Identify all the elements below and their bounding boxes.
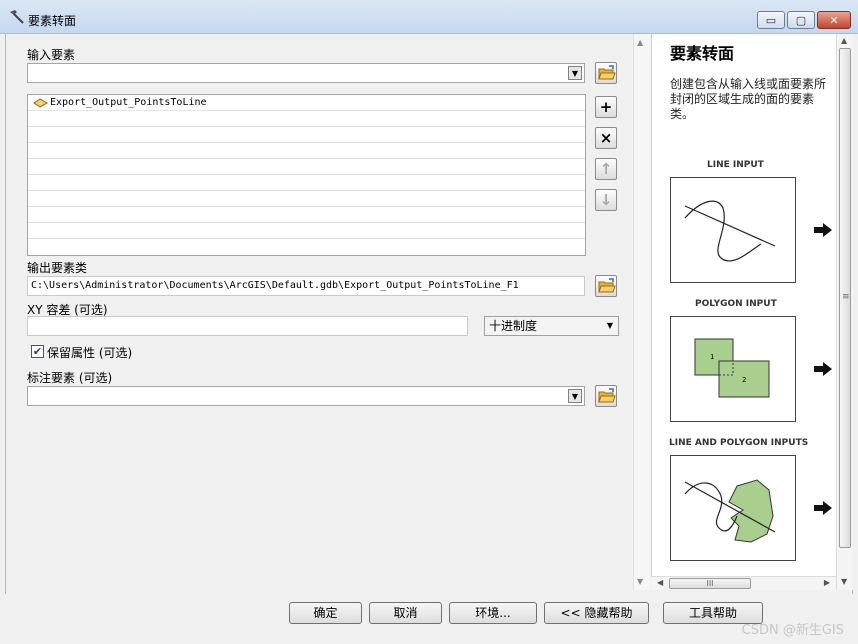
plus-icon: + <box>599 98 613 116</box>
scroll-down-icon[interactable]: ▼ <box>637 577 643 586</box>
minimize-button[interactable]: ▭ <box>757 11 785 29</box>
line-polygon-input-diagram <box>684 479 776 543</box>
xy-tolerance-field[interactable] <box>27 316 468 336</box>
ok-button[interactable]: 确定 <box>289 602 362 624</box>
input-features-label: 输入要素 <box>27 48 76 62</box>
help-description: 创建包含从输入线或面要素所封闭的区域生成的面的要素类。 <box>670 77 827 121</box>
input-features-combo[interactable]: ▼ <box>27 63 585 83</box>
parameters-pane: 输入要素 ▼ Export_Output_PointsToLine + × ↑ … <box>6 34 633 590</box>
figure-caption: LINE AND POLYGON INPUTS <box>669 438 809 448</box>
folder-open-icon <box>598 278 616 293</box>
output-class-label: 输出要素类 <box>27 261 88 275</box>
move-up-button[interactable]: ↑ <box>595 158 617 180</box>
watermark: CSDN @新生GIS <box>741 623 844 638</box>
xy-unit-select[interactable]: 十进制度 ▼ <box>484 316 619 336</box>
arrow-right-icon <box>814 501 832 515</box>
polygon-input-figure: 1 2 <box>670 316 796 422</box>
scroll-left-icon[interactable]: ◀ <box>657 578 663 587</box>
x-icon: × <box>599 129 613 147</box>
line-polygon-input-figure <box>670 455 796 561</box>
chevron-down-icon: ▼ <box>606 321 613 330</box>
dropdown-arrow-icon[interactable]: ▼ <box>568 66 582 80</box>
polygon-input-diagram: 1 2 <box>694 338 770 398</box>
polygon-label-2: 2 <box>742 376 746 384</box>
label-features-label: 标注要素 (可选) <box>27 371 113 385</box>
arrow-down-icon: ↓ <box>599 191 613 209</box>
maximize-button[interactable]: ▢ <box>787 11 815 29</box>
hscroll-thumb[interactable]: III <box>669 578 751 589</box>
figure-caption: POLYGON INPUT <box>695 299 777 309</box>
button-bar: 确定 取消 环境... << 隐藏帮助 工具帮助 CSDN @新生GIS <box>0 594 858 644</box>
label-features-combo[interactable]: ▼ <box>27 386 585 406</box>
scroll-right-icon[interactable]: ▶ <box>824 578 830 587</box>
layer-icon <box>33 98 48 108</box>
browse-output-button[interactable] <box>595 275 617 297</box>
help-title: 要素转面 <box>670 44 735 63</box>
folder-open-icon <box>598 65 616 80</box>
figure-caption: LINE INPUT <box>707 160 764 170</box>
output-class-field[interactable]: C:\Users\Administrator\Documents\ArcGIS\… <box>27 276 585 296</box>
parameters-scrollbar[interactable]: ▲ ▼ <box>633 34 650 590</box>
list-item-label: Export_Output_PointsToLine <box>50 97 207 108</box>
line-input-figure <box>670 177 796 283</box>
environments-button[interactable]: 环境... <box>449 602 537 624</box>
check-icon: ✔ <box>32 345 43 358</box>
remove-button[interactable]: × <box>595 127 617 149</box>
window-title: 要素转面 <box>28 14 77 28</box>
help-vertical-scrollbar[interactable]: ▲ ≡ ▼ <box>836 34 853 590</box>
hide-help-button[interactable]: << 隐藏帮助 <box>544 602 649 624</box>
maximize-icon: ▢ <box>795 14 807 27</box>
input-features-list[interactable]: Export_Output_PointsToLine <box>27 94 586 256</box>
help-horizontal-scrollbar[interactable]: ◀ III ▶ <box>651 576 836 590</box>
help-pane: 要素转面 创建包含从输入线或面要素所封闭的区域生成的面的要素类。 LINE IN… <box>651 34 836 576</box>
close-button[interactable]: ✕ <box>817 11 851 29</box>
grip-icon: ≡ <box>842 292 850 302</box>
dialog-body: 输入要素 ▼ Export_Output_PointsToLine + × ↑ … <box>5 34 853 594</box>
browse-input-button[interactable] <box>595 62 617 84</box>
browse-label-button[interactable] <box>595 385 617 407</box>
title-bar: 要素转面 ▭ ▢ ✕ <box>0 0 858 34</box>
scroll-up-icon[interactable]: ▲ <box>637 38 643 47</box>
scroll-down-icon[interactable]: ▼ <box>841 577 847 586</box>
list-item[interactable]: Export_Output_PointsToLine <box>28 95 585 111</box>
add-button[interactable]: + <box>595 96 617 118</box>
preserve-attributes-label: 保留属性 (可选) <box>47 346 133 360</box>
polygon-label-1: 1 <box>710 353 714 361</box>
scroll-up-icon[interactable]: ▲ <box>841 36 847 45</box>
arrow-up-icon: ↑ <box>599 160 613 178</box>
folder-open-icon <box>598 388 616 403</box>
dropdown-arrow-icon[interactable]: ▼ <box>568 389 582 403</box>
xy-unit-value: 十进制度 <box>489 319 538 333</box>
preserve-attributes-checkbox[interactable]: ✔ <box>31 345 44 358</box>
move-down-button[interactable]: ↓ <box>595 189 617 211</box>
arrow-right-icon <box>814 223 832 237</box>
close-icon: ✕ <box>829 14 839 27</box>
cancel-button[interactable]: 取消 <box>369 602 442 624</box>
arrow-right-icon <box>814 362 832 376</box>
line-input-diagram <box>684 200 776 262</box>
hammer-icon <box>10 10 24 24</box>
minimize-icon: ▭ <box>765 14 777 27</box>
